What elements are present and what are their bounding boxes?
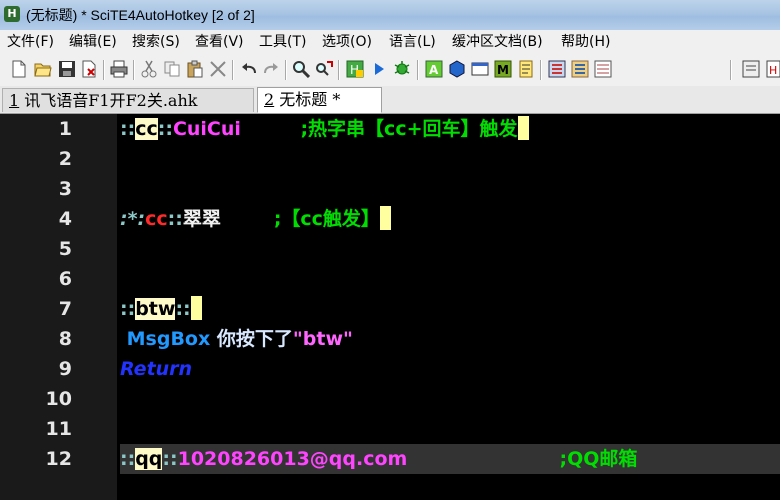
- scite-app-icon[interactable]: H: [4, 6, 20, 22]
- code-line-7[interactable]: ::btw::: [120, 294, 202, 324]
- menu-file[interactable]: 文件(F): [7, 33, 54, 51]
- debug-icon[interactable]: [393, 60, 411, 78]
- hotstring-delimiter: ::: [157, 118, 173, 140]
- menu-buffers[interactable]: 缓冲区文档(B): [452, 33, 543, 51]
- code-line-9[interactable]: Return: [120, 354, 192, 384]
- command-text: 你按下了: [210, 328, 293, 350]
- line-number-gutter: 1 2 3 4 5 6 7 8 9 10 11 12: [0, 114, 117, 500]
- line-number: 2: [58, 148, 72, 170]
- hotstring-delimiter: ::: [120, 118, 136, 140]
- code-line-8[interactable]: MsgBox 你按下了"btw": [120, 324, 353, 354]
- tool-a-icon[interactable]: [571, 60, 589, 78]
- title-bar: H (无标题) * SciTE4AutoHotkey [2 of 2]: [0, 0, 780, 31]
- save-icon[interactable]: [58, 60, 76, 78]
- cut-icon[interactable]: [140, 60, 158, 78]
- tab-xunfei-script[interactable]: 1 讯飞语音F1开F2关.ahk: [2, 88, 254, 112]
- tool-c-icon[interactable]: [742, 60, 760, 78]
- svg-text:A: A: [429, 63, 439, 77]
- menu-help[interactable]: 帮助(H): [561, 33, 610, 51]
- hotstring-replacement: CuiCui: [172, 118, 241, 140]
- line-number: 5: [58, 238, 72, 260]
- code-line-4[interactable]: :*:cc::翠翠 ;【cc触发】: [120, 204, 391, 234]
- replace-icon[interactable]: [315, 60, 333, 78]
- hotstring-abbreviation: btw: [135, 298, 176, 320]
- text-caret: [517, 116, 529, 140]
- toolbar: H A M H: [0, 54, 780, 87]
- settings-icon[interactable]: [548, 60, 566, 78]
- hotstring-replacement: 1020826013@qq.com: [177, 448, 408, 470]
- text-caret: [190, 296, 202, 320]
- hotstring-delimiter: ::: [162, 448, 178, 470]
- menu-bar: 文件(F) 编辑(E) 搜索(S) 查看(V) 工具(T) 选项(O) 语言(L…: [0, 30, 780, 54]
- delete-icon[interactable]: [209, 60, 227, 78]
- hotstring-delimiter: ::: [167, 208, 183, 230]
- svg-text:H: H: [769, 64, 777, 77]
- hotstring-delimiter: ::: [175, 298, 191, 320]
- code-line-1[interactable]: ::cc::CuiCui ;热字串【cc+回车】触发: [120, 114, 529, 144]
- tab-number: 1: [9, 91, 20, 110]
- line-number: 6: [58, 268, 72, 290]
- line-number: 7: [58, 298, 72, 320]
- window-spy-icon[interactable]: [471, 60, 489, 78]
- code-comment: ;QQ邮箱: [559, 448, 638, 470]
- window-title: (无标题) * SciTE4AutoHotkey [2 of 2]: [26, 7, 255, 23]
- hotstring-abbreviation: qq: [135, 448, 163, 470]
- tab-bar: 1 讯飞语音F1开F2关.ahk 2 无标题 *: [0, 86, 780, 114]
- new-file-icon[interactable]: [10, 60, 28, 78]
- line-number: 1: [58, 118, 72, 140]
- line-number: 8: [58, 328, 72, 350]
- line-number: 12: [45, 448, 72, 470]
- line-number: 3: [58, 178, 72, 200]
- menu-view[interactable]: 查看(V): [195, 33, 244, 51]
- print-icon[interactable]: [110, 60, 128, 78]
- line-number: 4: [58, 208, 72, 230]
- copy-icon[interactable]: [163, 60, 181, 78]
- hotstring-abbreviation: cc: [145, 208, 168, 230]
- tab-number: 2: [264, 90, 275, 109]
- hotstring-delimiter: ::: [120, 448, 136, 470]
- open-folder-icon[interactable]: [34, 60, 52, 78]
- close-file-icon[interactable]: [80, 60, 98, 78]
- notes-icon[interactable]: [517, 60, 535, 78]
- hotstring-options: :*:: [120, 208, 146, 230]
- hotstring-delimiter: ::: [120, 298, 136, 320]
- hotstring-replacement: 翠翠: [182, 208, 221, 230]
- redo-icon[interactable]: [262, 60, 280, 78]
- menu-options[interactable]: 选项(O): [322, 33, 372, 51]
- tool-b-icon[interactable]: [594, 60, 612, 78]
- macro-icon[interactable]: M: [494, 60, 512, 78]
- code-editor[interactable]: 1 2 3 4 5 6 7 8 9 10 11 12 ::cc::CuiCui …: [0, 114, 780, 500]
- svg-text:M: M: [497, 63, 509, 77]
- menu-language[interactable]: 语言(L): [389, 33, 436, 51]
- return-keyword: Return: [120, 358, 193, 380]
- object-browser-icon[interactable]: [448, 60, 466, 78]
- ahk-info-icon[interactable]: A: [425, 60, 443, 78]
- hotstring-abbreviation: cc: [135, 118, 158, 140]
- code-comment: ;热字串【cc+回车】触发: [300, 118, 518, 140]
- tool-d-icon[interactable]: H: [766, 60, 780, 78]
- paste-icon[interactable]: [186, 60, 204, 78]
- line-number: 9: [58, 358, 72, 380]
- text-caret: [379, 206, 391, 230]
- line-number: 10: [45, 388, 72, 410]
- code-line-12[interactable]: ::qq::1020826013@qq.com ;QQ邮箱: [120, 444, 637, 474]
- compile-icon[interactable]: H: [346, 60, 364, 78]
- code-comment: ;【cc触发】: [273, 208, 380, 230]
- run-icon[interactable]: [370, 60, 388, 78]
- undo-icon[interactable]: [240, 60, 258, 78]
- command-keyword: MsgBox: [126, 328, 211, 350]
- find-icon[interactable]: [292, 60, 310, 78]
- tab-untitled[interactable]: 2 无标题 *: [257, 87, 382, 113]
- string-literal: "btw": [292, 328, 353, 350]
- menu-tools[interactable]: 工具(T): [259, 33, 306, 51]
- menu-search[interactable]: 搜索(S): [132, 33, 180, 51]
- tab-label: 讯飞语音F1开F2关.ahk: [24, 91, 198, 110]
- tab-label: 无标题 *: [279, 90, 341, 109]
- menu-edit[interactable]: 编辑(E): [69, 33, 117, 51]
- line-number: 11: [45, 418, 72, 440]
